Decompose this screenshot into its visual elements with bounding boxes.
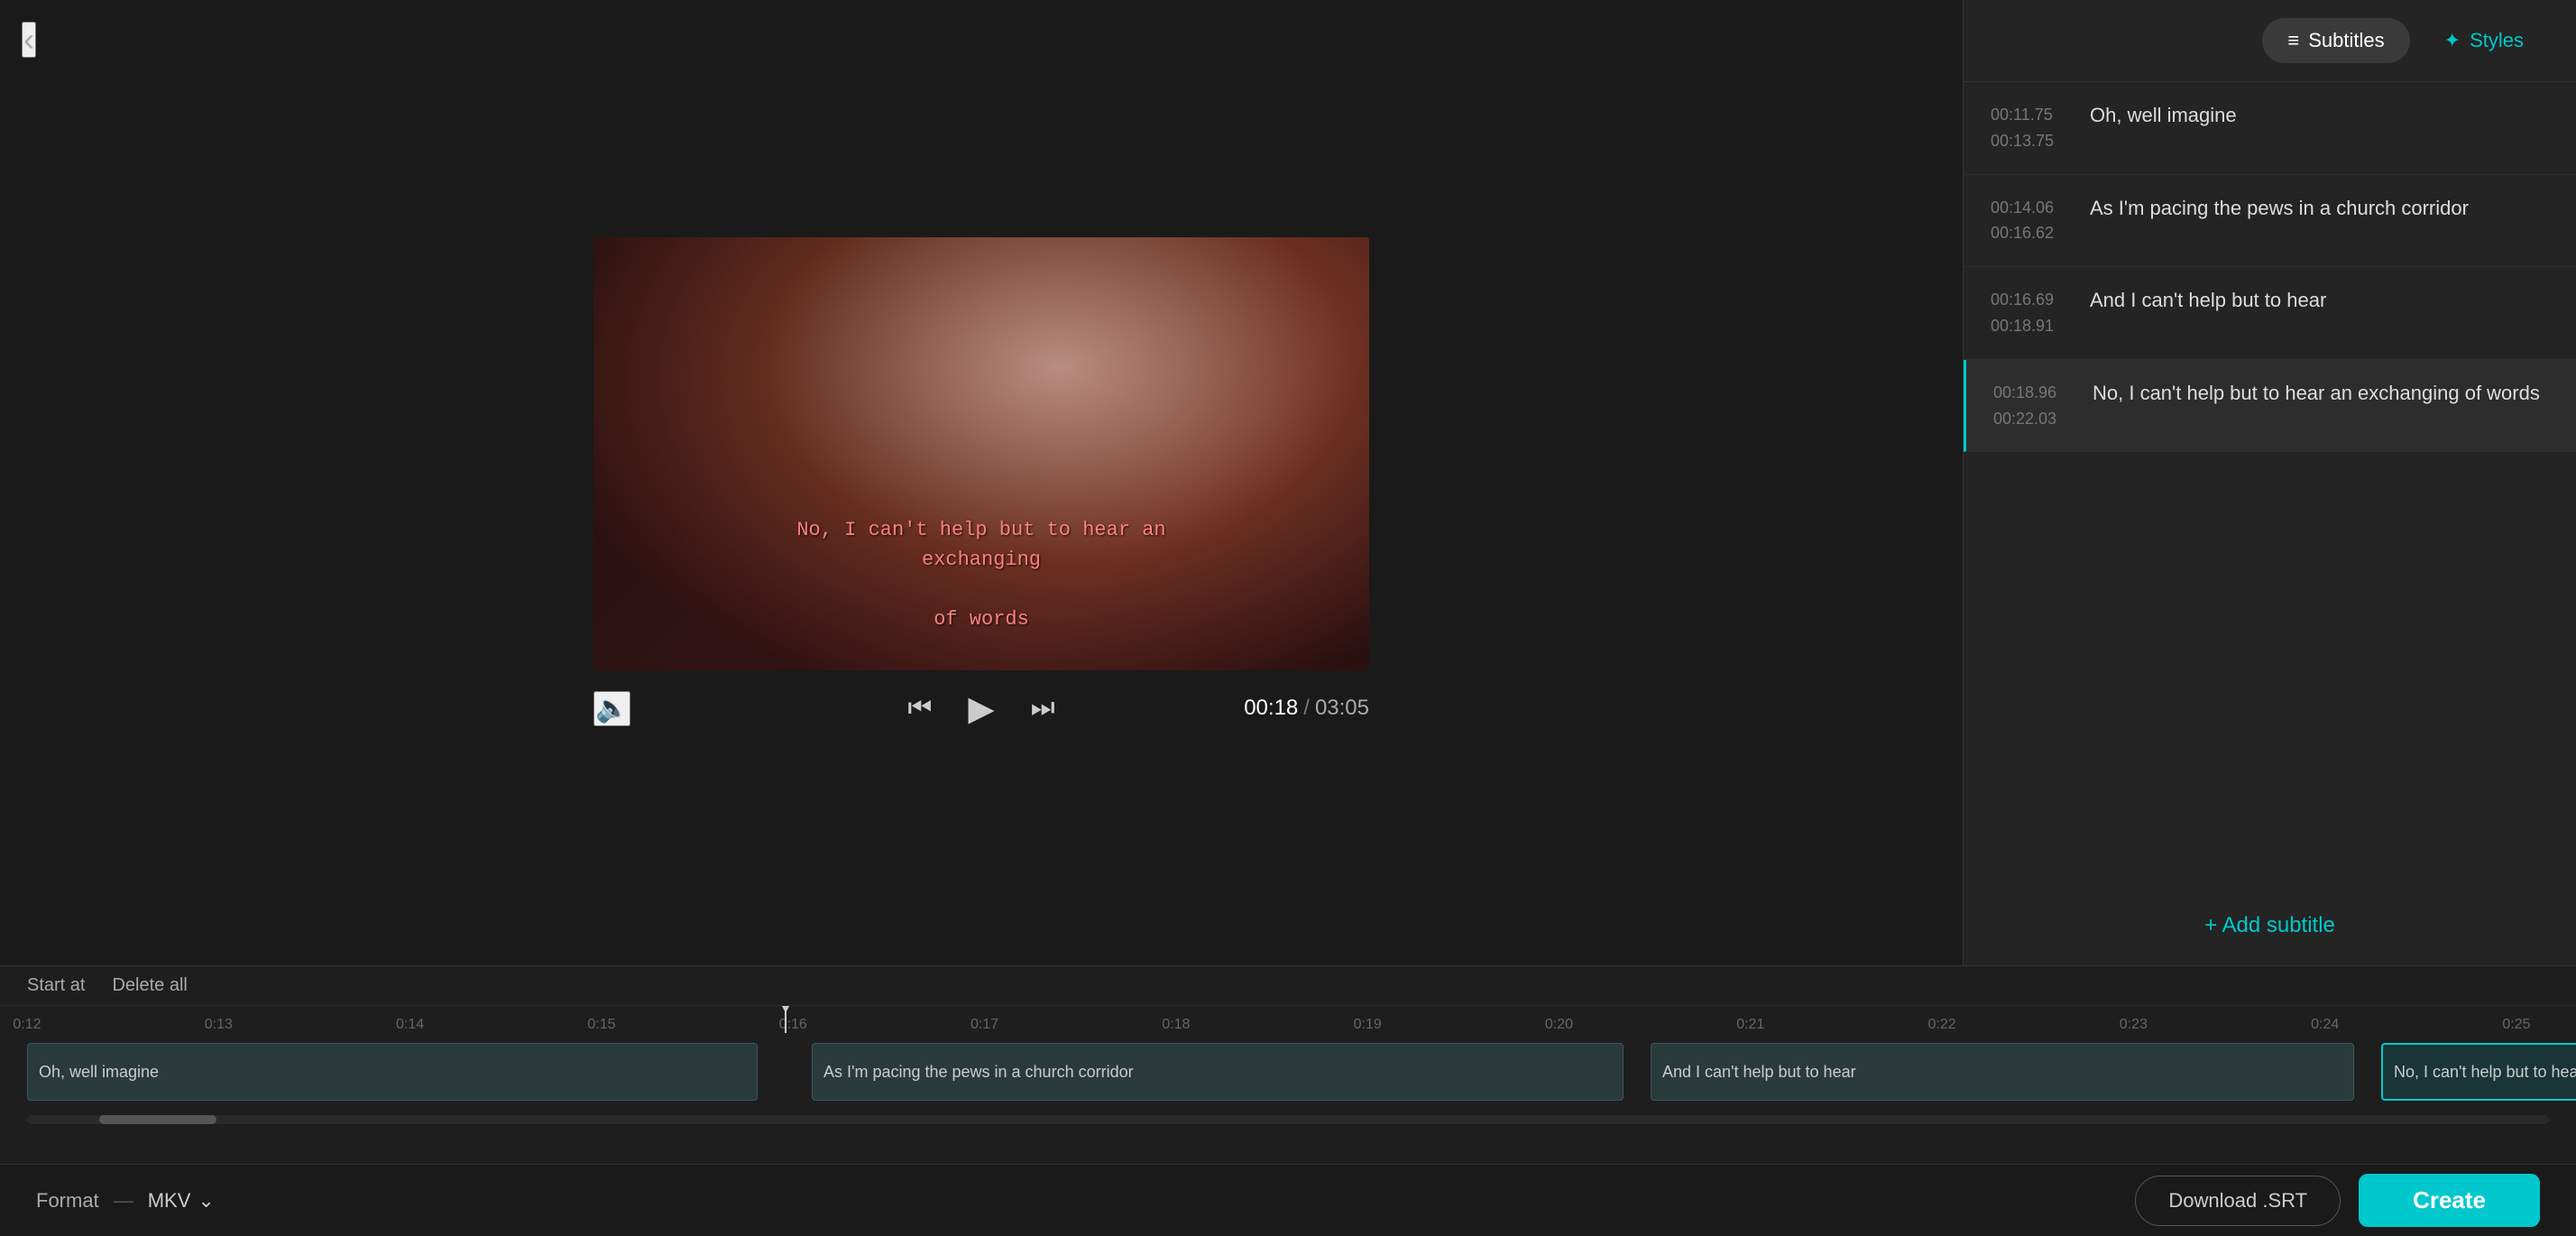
subtitle-text-line1: No, I can't help but to hear an exchangi… [796,519,1165,571]
ruler-mark-1: 0:13 [205,1017,233,1033]
playback-controls: ⏮ ▶ ⏭ [907,688,1054,729]
subtitle-text-line2: of words [934,608,1029,631]
bottom-actions: Download .SRT Create [2135,1174,2540,1227]
format-chevron-icon: ⌄ [198,1189,214,1213]
right-panel: ≡ Subtitles ✦ Styles 00:11.75 00:13.75 O… [1963,0,2576,965]
subtitle-item-4[interactable]: 00:18.96 00:22.03 No, I can't help but t… [1964,360,2576,453]
timeline-clip-0[interactable]: Oh, well imagine [27,1043,758,1101]
ruler-mark-5: 0:17 [971,1017,998,1033]
subtitle-text-3: And I can't help but to hear [2090,287,2326,315]
subtitle-time-2: 00:14.06 00:16.62 [1991,195,2072,247]
timeline-ruler: 0:12 0:13 0:14 0:15 0:16 0:17 0:18 0:19 0:20 0:21… [0,1006,2576,1033]
total-time: 03:05 [1315,696,1369,720]
format-value: MKV [148,1189,191,1213]
timeline-clip-2[interactable]: And I can't help but to hear [1651,1043,2354,1101]
skip-back-button[interactable]: ⏮ [907,693,932,724]
ruler-marks: 0:120:130:140:150:160:170:180:190:200:21… [27,1006,2549,1033]
ruler-mark-13: 0:25 [2502,1017,2530,1033]
subtitle-time-4: 00:18.96 00:22.03 [1993,380,2075,432]
subtitle-time-1: 00:11.75 00:13.75 [1991,102,2072,154]
back-button[interactable]: ‹ [22,22,36,58]
start-at-button[interactable]: Start at [27,975,85,996]
current-time: 00:18 [1244,696,1298,720]
subtitles-icon: ≡ [2287,29,2299,52]
time-separator: / [1303,696,1310,720]
subtitle-item-1[interactable]: 00:11.75 00:13.75 Oh, well imagine [1964,82,2576,175]
time-display: 00:18/03:05 [1244,696,1369,721]
video-player: No, I can't help but to hear an exchangi… [593,237,1369,670]
subtitle-overlay: No, I can't help but to hear an exchangi… [787,485,1175,634]
left-panel: ‹ No, I can't help but to hear an exchan… [0,0,1963,965]
timeline-clip-3[interactable]: No, I can't help but to hear an exchangi… [2381,1043,2576,1101]
format-dash: — [114,1189,133,1213]
subtitle-time-3: 00:16.69 00:18.91 [1991,287,2072,339]
video-controls: 🔈 ⏮ ▶ ⏭ 00:18/03:05 [593,688,1369,729]
create-button[interactable]: Create [2359,1174,2540,1227]
ruler-mark-4: 0:16 [779,1017,807,1033]
subtitles-tab-label: Subtitles [2308,29,2384,52]
ruler-mark-0: 0:12 [13,1017,41,1033]
subtitle-text-2: As I'm pacing the pews in a church corri… [2090,195,2469,223]
tab-styles[interactable]: ✦ Styles [2419,18,2549,63]
panel-tabs: ≡ Subtitles ✦ Styles [1964,0,2576,82]
format-label: Format [36,1189,99,1213]
tab-subtitles[interactable]: ≡ Subtitles [2262,18,2409,63]
subtitle-item-2[interactable]: 00:14.06 00:16.62 As I'm pacing the pews… [1964,175,2576,268]
scrollbar-thumb[interactable] [99,1115,216,1124]
timeline-header: Start at Delete all [0,966,2576,1006]
volume-button[interactable]: 🔈 [593,691,630,726]
playhead[interactable] [785,1006,787,1033]
download-srt-button[interactable]: Download .SRT [2135,1176,2341,1226]
format-selector: Format — MKV ⌄ [36,1189,215,1213]
styles-icon: ✦ [2444,29,2461,52]
ruler-mark-8: 0:20 [1545,1017,1573,1033]
add-subtitle-button[interactable]: + Add subtitle [1964,886,2576,965]
add-subtitle-label: + Add subtitle [2204,913,2335,938]
timeline-tracks: Oh, well imagine As I'm pacing the pews i… [0,1033,2576,1111]
timeline-clip-1[interactable]: As I'm pacing the pews in a church corri… [812,1043,1624,1101]
subtitle-item-3[interactable]: 00:16.69 00:18.91 And I can't help but t… [1964,267,2576,360]
ruler-mark-11: 0:23 [2120,1017,2148,1033]
ruler-mark-6: 0:18 [1162,1017,1190,1033]
subtitles-list: 00:11.75 00:13.75 Oh, well imagine 00:14… [1964,82,2576,886]
styles-tab-label: Styles [2470,29,2524,52]
subtitle-text-4: No, I can't help but to hear an exchangi… [2093,380,2540,408]
ruler-mark-12: 0:24 [2311,1017,2339,1033]
format-select[interactable]: MKV ⌄ [148,1189,215,1213]
bottom-bar: Format — MKV ⌄ Download .SRT Create [0,1164,2576,1236]
skip-forward-button[interactable]: ⏭ [1031,693,1055,724]
delete-all-button[interactable]: Delete all [112,975,187,996]
ruler-mark-3: 0:15 [587,1017,615,1033]
play-button[interactable]: ▶ [968,688,994,729]
subtitle-text-1: Oh, well imagine [2090,102,2237,130]
timeline-scrollbar[interactable] [27,1115,2549,1124]
ruler-mark-9: 0:21 [1736,1017,1764,1033]
ruler-mark-2: 0:14 [396,1017,424,1033]
ruler-mark-7: 0:19 [1354,1017,1382,1033]
timeline-track: Oh, well imagine As I'm pacing the pews i… [27,1040,2549,1103]
timeline-area: Start at Delete all 0:12 0:13 0:14 0:15 0:16… [0,965,2576,1164]
ruler-mark-10: 0:22 [1927,1017,1955,1033]
